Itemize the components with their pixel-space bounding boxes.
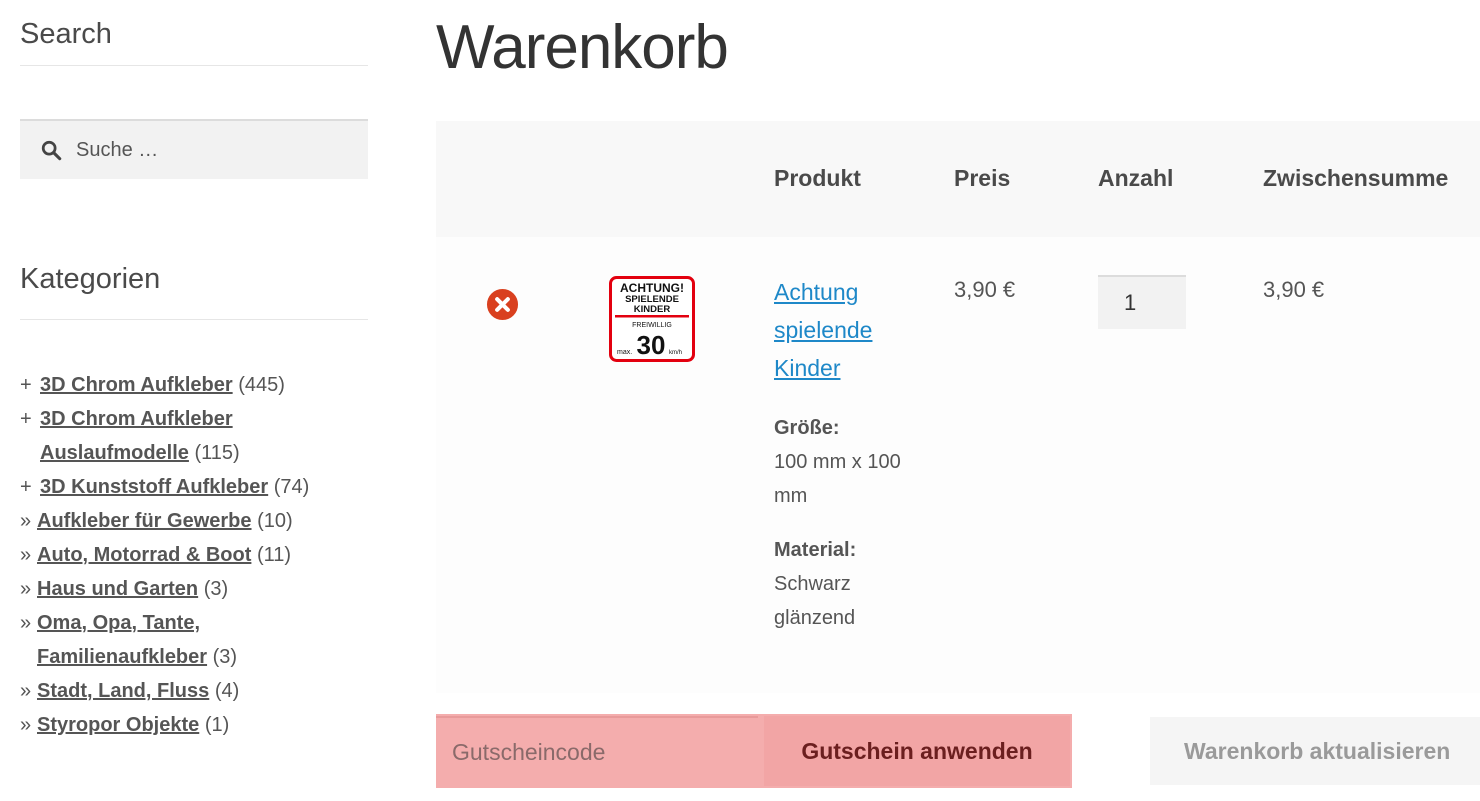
category-link[interactable]: Oma, Opa, Tante, Familienaufkleber xyxy=(37,612,207,668)
categories-widget-title: Kategorien xyxy=(20,263,368,320)
attribute-label: Material: xyxy=(774,539,857,561)
expand-toggle[interactable]: + xyxy=(20,470,32,504)
expand-toggle[interactable]: + xyxy=(20,368,32,402)
search-widget-title: Search xyxy=(20,18,368,66)
attribute-value: 100 mm x 100 mm xyxy=(774,451,901,507)
item-subtotal: 3,90 € xyxy=(1263,277,1325,302)
category-count: (11) xyxy=(256,544,292,566)
product-attribute-size: Größe: 100 mm x 100 mm xyxy=(774,411,914,513)
sign-text: KINDER xyxy=(634,304,671,315)
category-item: » Haus und Garten (3) xyxy=(20,572,368,606)
quantity-input[interactable] xyxy=(1098,275,1186,329)
product-attribute-material: Material: Schwarz glänzend xyxy=(774,533,914,635)
sign-text: km/h xyxy=(669,350,682,356)
attribute-label: Größe: xyxy=(774,417,840,439)
remove-item-icon[interactable] xyxy=(486,288,519,321)
category-count: (3) xyxy=(203,578,229,600)
category-marker: » xyxy=(20,714,32,736)
sign-text: max. xyxy=(617,349,632,356)
category-link[interactable]: Haus und Garten xyxy=(37,578,198,600)
attribute-value: Schwarz glänzend xyxy=(774,573,856,629)
category-link[interactable]: Auto, Motorrad & Boot xyxy=(37,544,251,566)
category-count: (445) xyxy=(238,374,285,396)
category-item: » Oma, Opa, Tante, Familienaufkleber (3) xyxy=(20,606,297,674)
column-header-subtotal: Zwischensumme xyxy=(1263,165,1449,191)
category-link[interactable]: Styropor Objekte xyxy=(37,714,199,736)
category-count: (115) xyxy=(194,442,240,464)
category-marker: » xyxy=(20,578,32,600)
update-cart-button[interactable]: Warenkorb aktualisieren xyxy=(1150,717,1480,785)
column-header-product: Produkt xyxy=(774,165,861,191)
search-icon xyxy=(41,140,62,161)
category-count: (74) xyxy=(273,476,310,498)
sign-text: ACHTUNG! xyxy=(620,281,684,295)
category-count: (1) xyxy=(204,714,230,736)
cart-table: Produkt Preis Anzahl Zwischensumme ACHTU… xyxy=(436,121,1480,693)
category-marker: » xyxy=(20,612,32,634)
sign-speed: 30 xyxy=(637,330,666,360)
column-header-price: Preis xyxy=(954,165,1011,191)
product-name-link[interactable]: Achtung spielende Kinder xyxy=(774,273,924,387)
cart-item-row: ACHTUNG! SPIELENDE KINDER FREIWILLIG max… xyxy=(436,237,1480,693)
category-item: » Auto, Motorrad & Boot (11) xyxy=(20,538,368,572)
category-link[interactable]: Stadt, Land, Fluss xyxy=(37,680,209,702)
page-title: Warenkorb xyxy=(436,13,729,82)
category-list: +3D Chrom Aufkleber (445) +3D Chrom Aufk… xyxy=(20,368,368,742)
column-header-quantity: Anzahl xyxy=(1098,165,1174,191)
apply-coupon-button[interactable]: Gutschein anwenden xyxy=(764,716,1070,786)
coupon-code-input[interactable] xyxy=(436,716,758,786)
category-item: » Stadt, Land, Fluss (4) xyxy=(20,674,368,708)
search-form xyxy=(20,119,368,179)
category-item: +3D Kunststoff Aufkleber (74) xyxy=(20,470,368,504)
category-marker: » xyxy=(20,680,32,702)
category-link[interactable]: 3D Chrom Aufkleber xyxy=(40,374,233,396)
product-thumbnail[interactable]: ACHTUNG! SPIELENDE KINDER FREIWILLIG max… xyxy=(609,276,695,362)
category-count: (3) xyxy=(212,646,238,668)
sign-text: FREIWILLIG xyxy=(632,322,672,329)
category-link[interactable]: 3D Kunststoff Aufkleber xyxy=(40,476,268,498)
item-price: 3,90 € xyxy=(954,277,1016,302)
category-count: (10) xyxy=(257,510,293,532)
category-item: +3D Chrom Aufkleber (445) xyxy=(20,368,368,402)
cart-table-header: Produkt Preis Anzahl Zwischensumme xyxy=(436,121,1480,237)
expand-toggle[interactable]: + xyxy=(20,402,32,436)
category-item: +3D Chrom Aufkleber Auslaufmodelle (115) xyxy=(20,402,368,470)
category-link[interactable]: Aufkleber für Gewerbe xyxy=(37,510,252,532)
category-marker: » xyxy=(20,544,32,566)
search-input[interactable] xyxy=(74,131,358,169)
coupon-form: Gutschein anwenden xyxy=(436,714,1072,788)
category-item: » Aufkleber für Gewerbe (10) xyxy=(20,504,368,538)
category-item: » Styropor Objekte (1) xyxy=(20,708,368,742)
category-marker: » xyxy=(20,510,32,532)
category-count: (4) xyxy=(214,680,240,702)
